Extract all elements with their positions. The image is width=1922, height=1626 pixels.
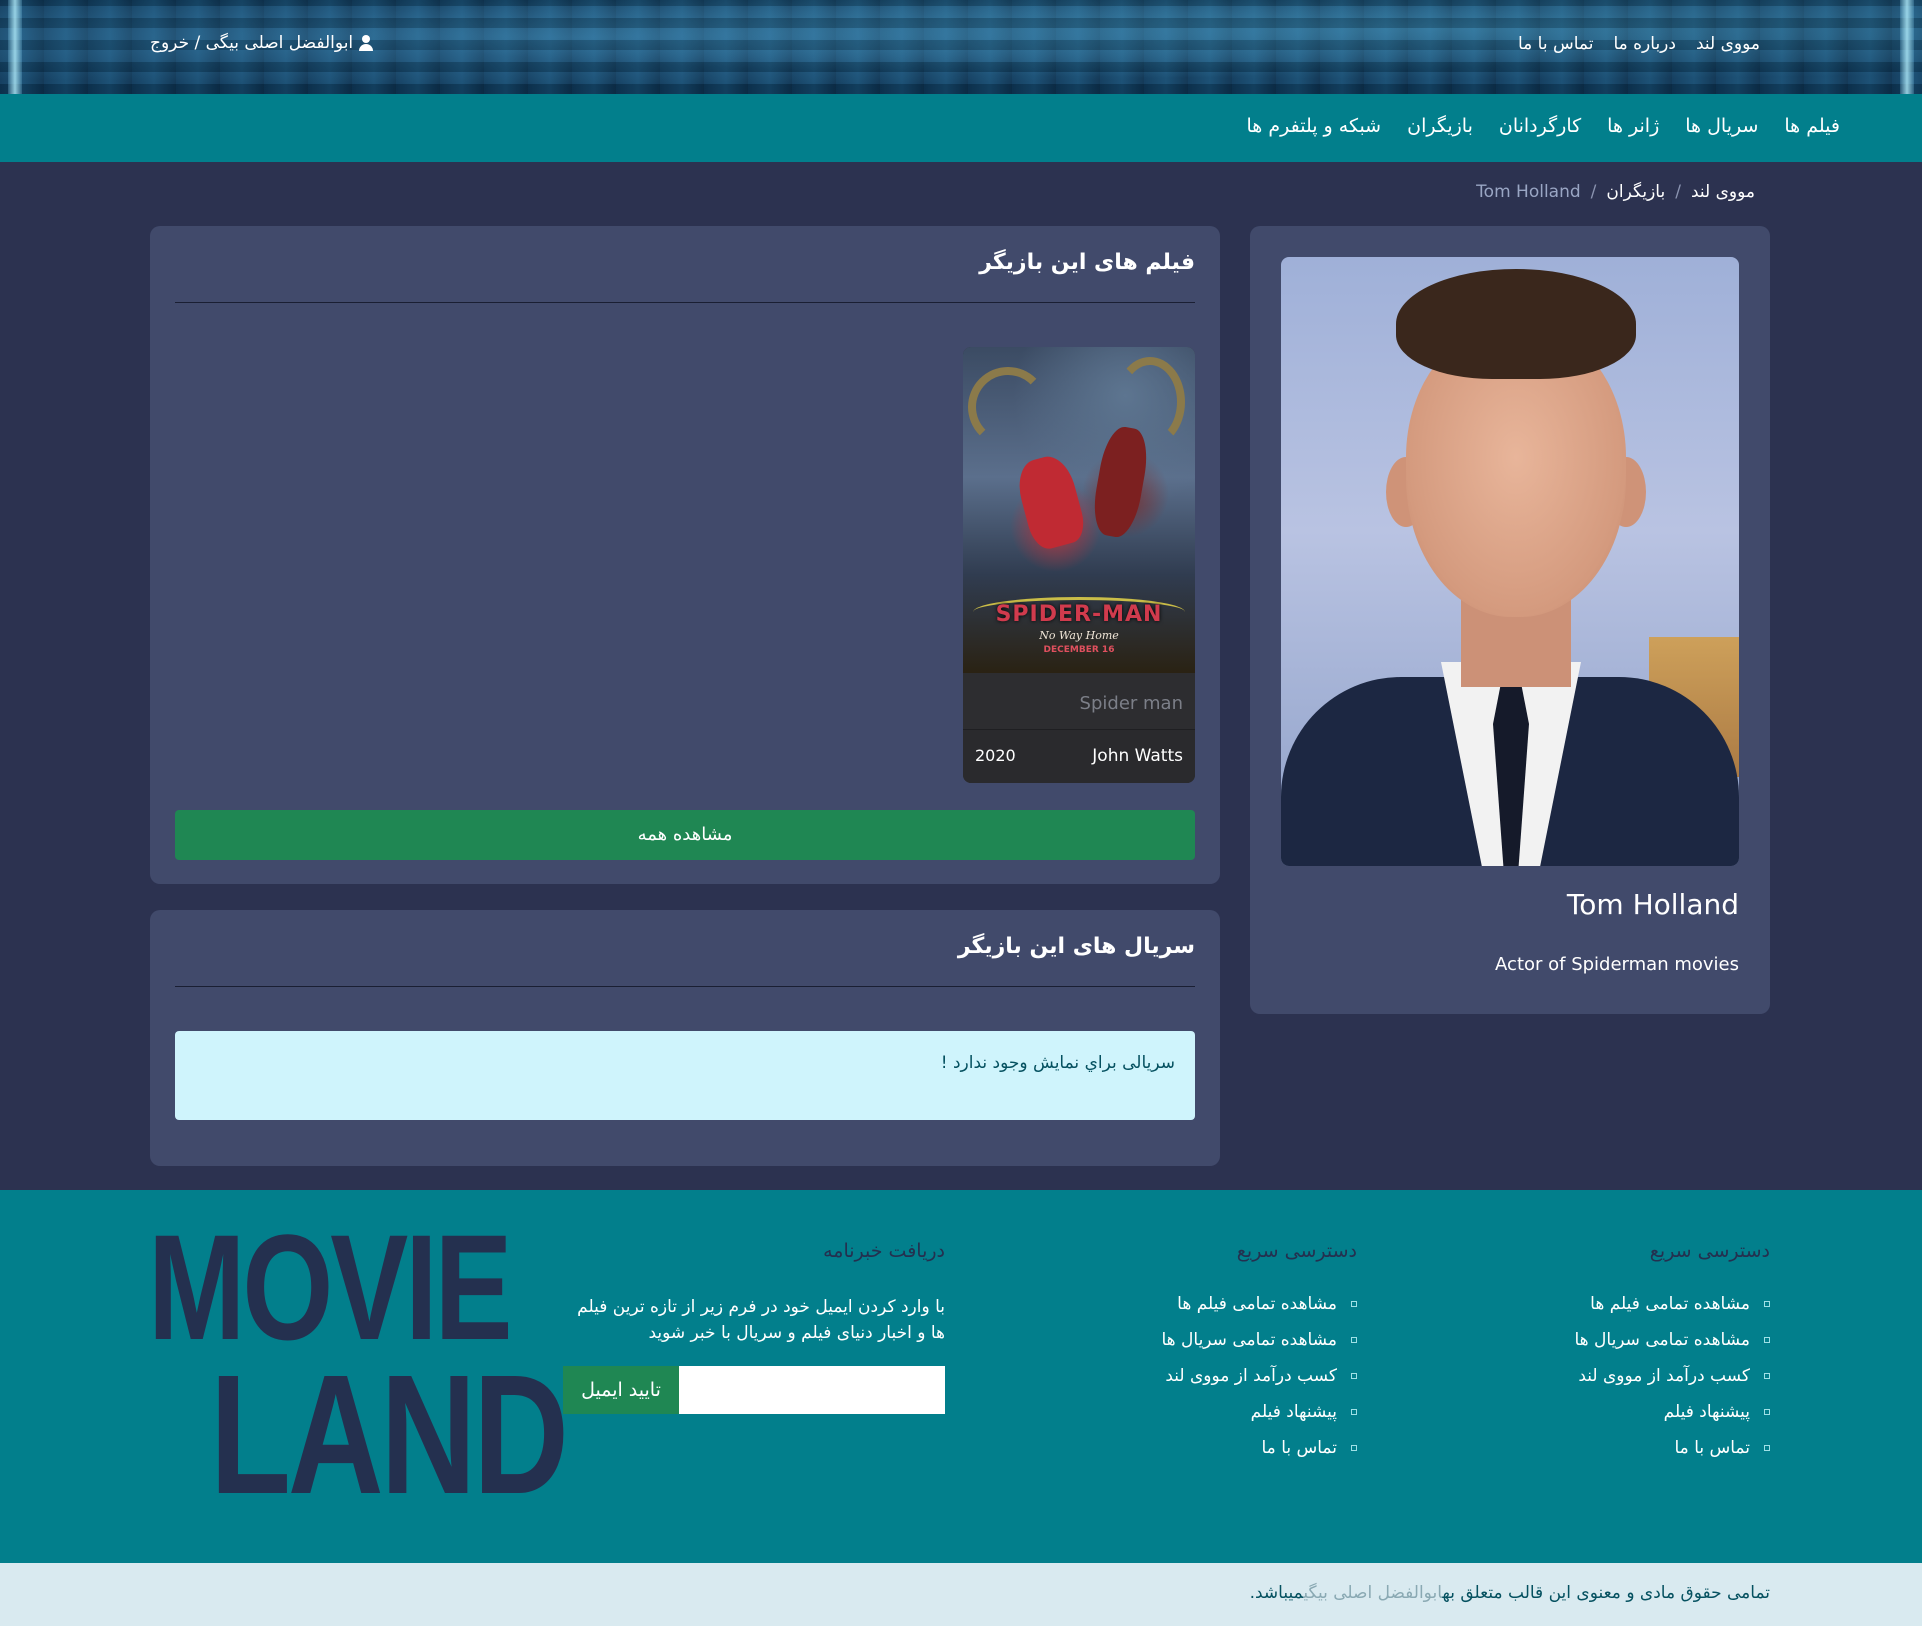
square-bullet-icon bbox=[1351, 1445, 1357, 1451]
nav-item-actors[interactable]: بازیگران bbox=[1407, 115, 1473, 137]
poster-subtitle: No Way Home bbox=[1039, 629, 1119, 642]
square-bullet-icon bbox=[1764, 1409, 1770, 1415]
copyright-prefix: تمامی حقوق مادی و معنوی این قالب متعلق ب… bbox=[1442, 1583, 1770, 1603]
footer-link[interactable]: مشاهده تمامی سریال ها bbox=[1570, 1330, 1770, 1350]
header-light-left bbox=[8, 0, 22, 94]
photo-hair bbox=[1396, 269, 1636, 379]
top-link-contact[interactable]: تماس با ما bbox=[1518, 34, 1594, 54]
footer-column-title: دسترسی سریع bbox=[1649, 1240, 1770, 1262]
empty-series-message: سریالی براي نمایش وجود ندارد ! bbox=[940, 1053, 1175, 1073]
nav-item-movies[interactable]: فیلم ها bbox=[1784, 115, 1840, 137]
square-bullet-icon bbox=[1351, 1337, 1357, 1343]
footer-link[interactable]: کسب درآمد از مووی لند bbox=[1157, 1366, 1357, 1386]
newsletter-description: با وارد کردن ایمیل خود در فرم زیر از تاز… bbox=[577, 1297, 945, 1343]
actor-photo bbox=[1281, 257, 1739, 866]
poster-date: DECEMBER 16 bbox=[1043, 645, 1115, 655]
movie-poster: SPIDER-MAN No Way Home DECEMBER 16 bbox=[963, 347, 1195, 673]
nav-item-directors[interactable]: کارگردانان bbox=[1499, 115, 1581, 137]
copyright-suffix: میباشد. bbox=[1249, 1583, 1304, 1603]
user-icon bbox=[359, 35, 374, 51]
actor-name: Tom Holland bbox=[1566, 888, 1739, 921]
square-bullet-icon bbox=[1351, 1373, 1357, 1379]
footer-link[interactable]: پیشنهاد فیلم bbox=[1570, 1402, 1770, 1422]
footer-quick-access: دسترسی سریع مشاهده تمامی فیلم ها مشاهده … bbox=[1157, 1240, 1357, 1474]
site-footer: دسترسی سریع مشاهده تمامی فیلم ها مشاهده … bbox=[0, 1190, 1922, 1563]
newsletter-title: دریافت خبرنامه bbox=[823, 1240, 945, 1262]
movie-land-logo: MOVIE LAND bbox=[148, 1212, 569, 1522]
breadcrumb: مووی لند / بازیگران / Tom Holland bbox=[1476, 182, 1755, 202]
view-all-button[interactable]: مشاهده همه bbox=[175, 810, 1195, 860]
footer-link[interactable]: تماس با ما bbox=[1157, 1438, 1357, 1458]
movie-meta: John Watts 2020 bbox=[963, 729, 1195, 783]
copyright-author-link[interactable]: ابوالفضل اصلی بیگی bbox=[1303, 1583, 1442, 1603]
footer-link[interactable]: مشاهده تمامی فیلم ها bbox=[1570, 1294, 1770, 1314]
actor-movies-card: فیلم های این بازیگر SPIDER-MAN No Way Ho… bbox=[150, 226, 1220, 884]
top-header: مووی لند درباره ما تماس با ما ابوالفضل ا… bbox=[0, 0, 1922, 94]
top-links: مووی لند درباره ما تماس با ما bbox=[1518, 34, 1760, 54]
breadcrumb-current: Tom Holland bbox=[1476, 182, 1581, 202]
footer-column-title: دسترسی سریع bbox=[1236, 1240, 1357, 1262]
footer-link[interactable]: مشاهده تمامی سریال ها bbox=[1157, 1330, 1357, 1350]
empty-series-alert: سریالی براي نمایش وجود ندارد ! bbox=[175, 1031, 1195, 1120]
footer-link[interactable]: تماس با ما bbox=[1570, 1438, 1770, 1458]
poster-tentacle bbox=[968, 367, 1048, 447]
square-bullet-icon bbox=[1764, 1373, 1770, 1379]
actor-description: Actor of Spiderman movies bbox=[1495, 954, 1739, 975]
main-nav: فیلم ها سریال ها ژانر ها کارگردانان بازی… bbox=[0, 94, 1922, 162]
nav-item-series[interactable]: سریال ها bbox=[1685, 115, 1758, 137]
newsletter: دریافت خبرنامه با وارد کردن ایمیل خود در… bbox=[563, 1240, 945, 1414]
movie-title: Spider man bbox=[1079, 693, 1183, 714]
header-light-right bbox=[1900, 0, 1914, 94]
section-divider bbox=[175, 986, 1195, 987]
top-link-about[interactable]: درباره ما bbox=[1613, 34, 1676, 54]
top-link-home[interactable]: مووی لند bbox=[1696, 34, 1760, 54]
square-bullet-icon bbox=[1764, 1301, 1770, 1307]
square-bullet-icon bbox=[1764, 1337, 1770, 1343]
user-logout-label[interactable]: ابوالفضل اصلی بیگی / خروج bbox=[150, 33, 353, 53]
section-divider bbox=[175, 302, 1195, 303]
actor-profile-card: Tom Holland Actor of Spiderman movies bbox=[1250, 226, 1770, 1014]
movie-card[interactable]: SPIDER-MAN No Way Home DECEMBER 16 Spide… bbox=[963, 347, 1195, 783]
breadcrumb-separator: / bbox=[1590, 182, 1597, 202]
square-bullet-icon bbox=[1351, 1301, 1357, 1307]
newsletter-form: تایید ایمیل bbox=[563, 1366, 945, 1414]
movie-director: John Watts bbox=[1092, 746, 1183, 766]
movies-section-title: فیلم های این بازیگر bbox=[979, 250, 1195, 275]
poster-title: SPIDER-MAN bbox=[995, 602, 1163, 627]
footer-link[interactable]: کسب درآمد از مووی لند bbox=[1570, 1366, 1770, 1386]
nav-item-genres[interactable]: ژانر ها bbox=[1607, 115, 1659, 137]
poster-figure bbox=[1088, 423, 1153, 541]
user-menu[interactable]: ابوالفضل اصلی بیگی / خروج bbox=[150, 33, 374, 53]
footer-link[interactable]: مشاهده تمامی فیلم ها bbox=[1157, 1294, 1357, 1314]
poster-figure bbox=[1012, 451, 1089, 553]
movie-year: 2020 bbox=[975, 746, 1016, 765]
square-bullet-icon bbox=[1351, 1409, 1357, 1415]
breadcrumb-actors[interactable]: بازیگران bbox=[1606, 182, 1665, 202]
footer-quick-access: دسترسی سریع مشاهده تمامی فیلم ها مشاهده … bbox=[1570, 1240, 1770, 1474]
breadcrumb-home[interactable]: مووی لند bbox=[1691, 182, 1755, 202]
logo-line-2: LAND bbox=[210, 1340, 569, 1530]
square-bullet-icon bbox=[1764, 1445, 1770, 1451]
newsletter-email-input[interactable] bbox=[679, 1366, 945, 1414]
copyright-text: تمامی حقوق مادی و معنوی این قالب متعلق ب… bbox=[1250, 1583, 1770, 1603]
copyright-bar: تمامی حقوق مادی و معنوی این قالب متعلق ب… bbox=[0, 1563, 1922, 1626]
actor-series-card: سریال های این بازیگر سریالی براي نمایش و… bbox=[150, 910, 1220, 1166]
breadcrumb-separator: / bbox=[1675, 182, 1681, 202]
newsletter-submit-button[interactable]: تایید ایمیل bbox=[563, 1366, 679, 1414]
series-section-title: سریال های این بازیگر bbox=[957, 934, 1195, 959]
footer-link[interactable]: پیشنهاد فیلم bbox=[1157, 1402, 1357, 1422]
nav-item-networks[interactable]: شبکه و پلتفرم ها bbox=[1247, 115, 1382, 137]
